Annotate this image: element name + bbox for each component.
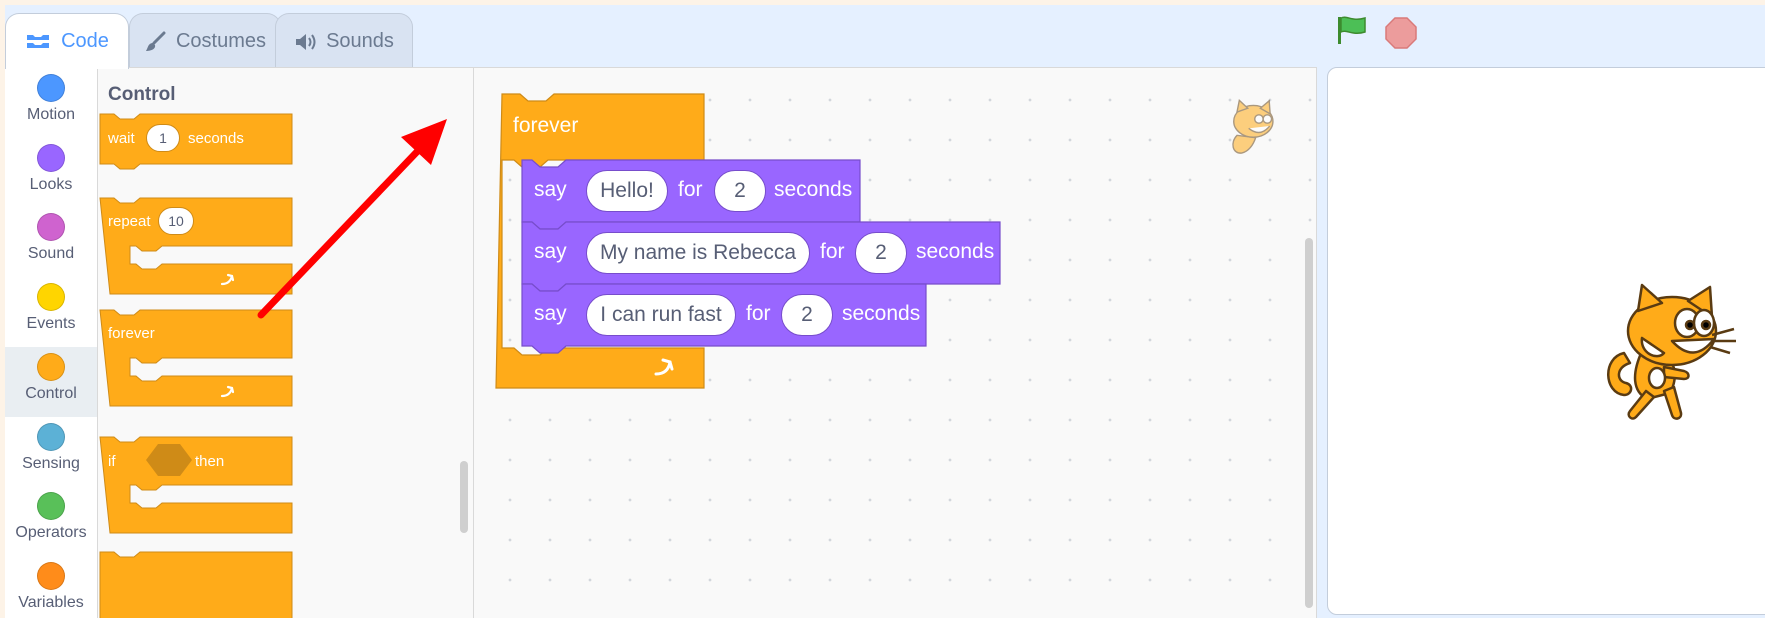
say-label[interactable]: say <box>534 302 567 326</box>
variables-color-dot <box>37 562 65 590</box>
partial-block-shape <box>99 551 293 618</box>
speaker-icon <box>296 33 316 50</box>
seconds-label: seconds <box>916 240 995 263</box>
category-label: Looks <box>29 176 73 193</box>
wait-unit-label: seconds <box>188 130 244 147</box>
stop-icon <box>1385 17 1417 49</box>
category-label: Sound <box>27 245 75 262</box>
cat-sprite[interactable] <box>1602 283 1742 433</box>
category-label: Sensing <box>22 455 80 472</box>
palette-scrollbar[interactable] <box>460 461 468 533</box>
sensing-color-dot <box>37 423 65 451</box>
forever-script-label[interactable]: forever <box>513 114 578 138</box>
category-operators[interactable]: Operators <box>5 486 97 556</box>
for-label: for <box>678 178 703 201</box>
say-label[interactable]: say <box>534 178 567 202</box>
for-label: for <box>746 302 771 325</box>
seconds-label: seconds <box>774 178 853 201</box>
if-block-label[interactable]: if <box>108 453 116 470</box>
tab-sounds[interactable]: Sounds <box>275 13 413 69</box>
if-then-block-shape <box>99 436 293 534</box>
control-color-dot <box>37 353 65 381</box>
script-workspace[interactable]: forever say Hello! for 2 seconds say My … <box>474 67 1317 618</box>
category-label: Operators <box>15 524 87 541</box>
category-menu: Motion Looks Sound Events Control Sensin… <box>5 67 98 618</box>
stop-button[interactable] <box>1385 17 1417 54</box>
forever-block-label[interactable]: forever <box>108 325 155 342</box>
events-color-dot <box>37 283 65 311</box>
looks-color-dot <box>37 144 65 172</box>
tab-sounds-label: Sounds <box>326 30 394 52</box>
category-label: Events <box>26 315 76 332</box>
sprite-watermark-icon <box>1232 98 1274 154</box>
for-label: for <box>820 240 845 263</box>
green-flag-button[interactable] <box>1335 15 1369 50</box>
say-message-input[interactable]: Hello! <box>586 170 668 212</box>
seconds-label: seconds <box>842 302 921 325</box>
wait-block-label[interactable]: wait <box>108 130 135 147</box>
category-events[interactable]: Events <box>5 277 97 347</box>
repeat-block-label[interactable]: repeat <box>108 213 151 230</box>
say-label[interactable]: say <box>534 240 567 264</box>
category-variables[interactable]: Variables <box>5 556 97 618</box>
tab-code-label: Code <box>61 30 109 52</box>
say-seconds-input[interactable]: 2 <box>714 170 766 212</box>
say-message-input[interactable]: My name is Rebecca <box>586 232 810 274</box>
code-icon <box>27 34 50 48</box>
motion-color-dot <box>37 74 65 102</box>
script-block-shapes <box>495 93 1001 389</box>
say-message-input[interactable]: I can run fast <box>586 294 736 336</box>
tab-costumes[interactable]: Costumes <box>129 13 281 69</box>
category-label: Motion <box>26 106 76 123</box>
tab-code[interactable]: Code <box>5 13 129 69</box>
say-seconds-input[interactable]: 2 <box>781 294 833 336</box>
category-motion[interactable]: Motion <box>5 68 97 138</box>
stage[interactable] <box>1327 67 1765 615</box>
workspace-scrollbar[interactable] <box>1305 238 1313 608</box>
category-sound[interactable]: Sound <box>5 207 97 277</box>
brush-icon <box>145 31 166 51</box>
scratch-editor: Code Costumes Sounds Motion Looks Sound … <box>5 5 1765 618</box>
say-seconds-input[interactable]: 2 <box>855 232 907 274</box>
then-label: then <box>195 453 225 470</box>
category-label: Control <box>25 385 77 402</box>
block-palette: Control wait 1 seconds repeat 10 forever <box>98 67 474 618</box>
category-label: Variables <box>18 594 84 611</box>
operators-color-dot <box>37 492 65 520</box>
category-control[interactable]: Control <box>5 347 97 417</box>
green-flag-icon <box>1338 16 1366 44</box>
category-looks[interactable]: Looks <box>5 138 97 208</box>
sound-color-dot <box>37 213 65 241</box>
repeat-count-input[interactable]: 10 <box>158 207 194 235</box>
category-sensing[interactable]: Sensing <box>5 417 97 487</box>
wait-seconds-input[interactable]: 1 <box>146 124 180 152</box>
tab-costumes-label: Costumes <box>175 30 267 52</box>
